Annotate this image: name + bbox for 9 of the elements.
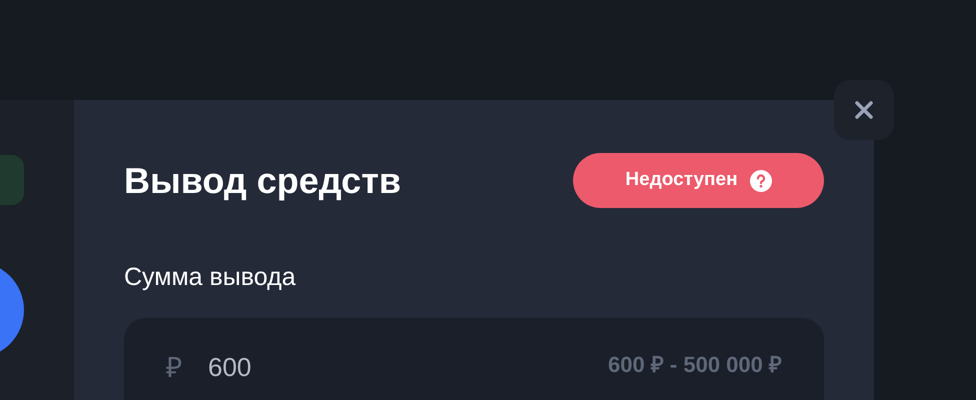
modal-title: Вывод средств	[124, 162, 401, 198]
close-icon	[854, 100, 874, 120]
field-label: Сумма вывода	[124, 265, 297, 290]
amount-range: 600 ₽ - 500 000 ₽	[608, 354, 782, 376]
amount-value: 600	[208, 354, 252, 380]
amount-input[interactable]: ₽ 600 600 ₽ - 500 000 ₽	[124, 318, 824, 400]
currency-symbol: ₽	[166, 354, 182, 382]
close-button[interactable]	[834, 80, 894, 140]
help-icon	[750, 170, 772, 192]
